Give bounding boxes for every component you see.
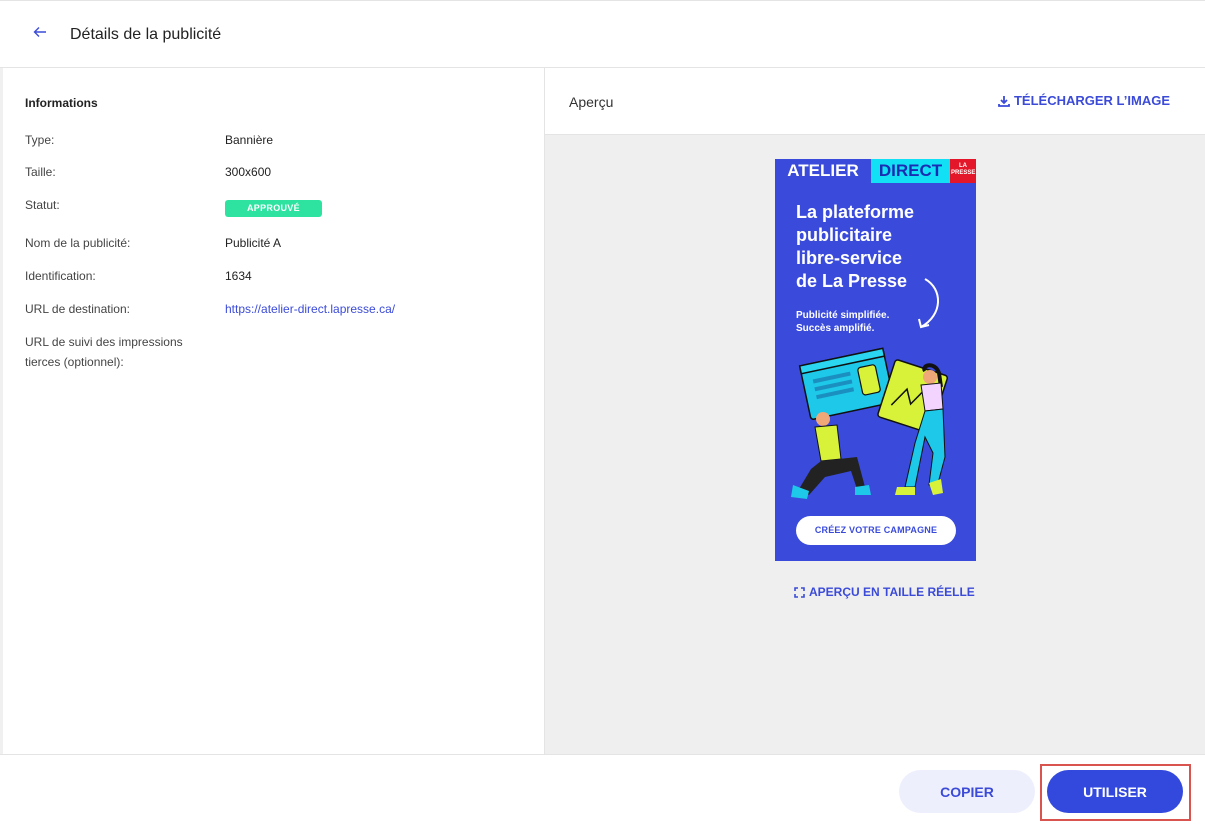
la-presse-logo: LA PRESSE	[950, 159, 976, 183]
page-header: Détails de la publicité	[0, 0, 1205, 68]
fullsize-preview-link[interactable]: APERÇU EN TAILLE RÉELLE	[794, 585, 975, 599]
download-label: TÉLÉCHARGER L’IMAGE	[1013, 93, 1170, 108]
ad-brand-right: DIRECT	[871, 159, 950, 183]
info-label: Nom de la publicité:	[25, 236, 131, 250]
ad-brand-left: ATELIER	[775, 159, 871, 183]
download-icon	[998, 95, 1010, 107]
info-panel: Informations Type: Bannière Taille: 300x…	[0, 68, 545, 754]
use-button[interactable]: UTILISER	[1047, 770, 1183, 813]
copy-button[interactable]: COPIER	[899, 770, 1035, 813]
ad-preview-banner: ATELIER DIRECT LA PRESSE La plateforme p…	[775, 159, 976, 561]
destination-url-link[interactable]: https://atelier-direct.lapresse.ca/	[225, 302, 395, 316]
info-value: Publicité A	[225, 236, 282, 250]
info-label: Statut:	[25, 198, 60, 212]
footer-actions: COPIER UTILISER	[0, 754, 1205, 824]
info-value-status: APPROUVÉ	[225, 197, 322, 217]
info-label: Type:	[25, 133, 55, 147]
ad-tagline: Publicité simplifiée. Succès amplifié.	[796, 310, 890, 334]
info-label: Identification:	[25, 269, 96, 283]
preview-header: Aperçu TÉLÉCHARGER L’IMAGE	[545, 68, 1205, 135]
ad-cta-button: CRÉEZ VOTRE CAMPAGNE	[796, 516, 956, 545]
back-button[interactable]	[30, 25, 50, 45]
ad-illustration	[791, 347, 949, 499]
fullsize-label: APERÇU EN TAILLE RÉELLE	[809, 585, 975, 599]
arrow-left-icon	[33, 27, 46, 37]
info-label: URL de suivi des impressions tierces (op…	[25, 335, 183, 369]
info-value: 300x600	[225, 165, 272, 179]
info-value: Bannière	[225, 133, 274, 147]
info-value: 1634	[225, 269, 252, 283]
page-title: Détails de la publicité	[70, 26, 222, 43]
preview-panel: Aperçu TÉLÉCHARGER L’IMAGE ATELIER DIREC…	[545, 68, 1205, 754]
info-label: URL de destination:	[25, 302, 130, 316]
info-value-link: https://atelier-direct.lapresse.ca/	[225, 299, 395, 319]
info-label: Taille:	[25, 165, 56, 179]
ad-brand-bar: ATELIER DIRECT LA PRESSE	[775, 159, 976, 183]
section-title: Informations	[25, 96, 98, 110]
preview-label: Aperçu	[569, 94, 614, 110]
status-badge: APPROUVÉ	[225, 200, 322, 217]
expand-icon	[794, 586, 805, 598]
download-image-link[interactable]: TÉLÉCHARGER L’IMAGE	[998, 93, 1170, 108]
